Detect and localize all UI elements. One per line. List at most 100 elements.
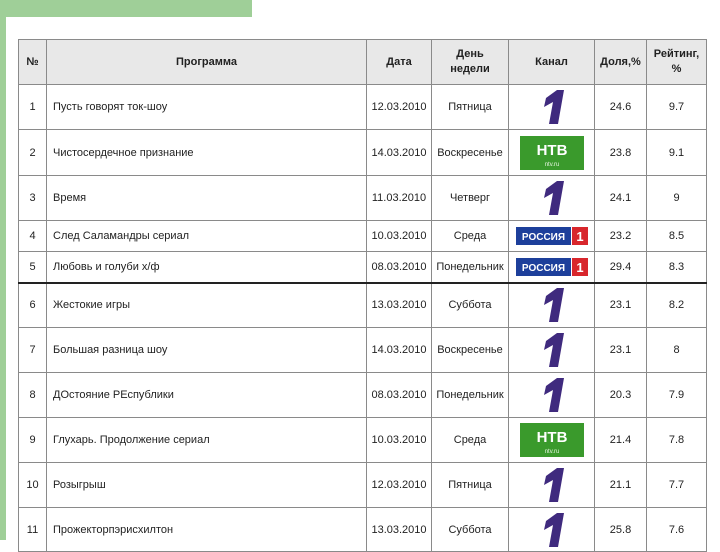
cell-program: Чистосердечное признание	[46, 129, 367, 176]
cell-day: Среда	[431, 220, 509, 252]
cell-rating: 9.1	[646, 129, 707, 176]
cell-program: Время	[46, 175, 367, 221]
header-share: Доля,%	[594, 39, 647, 85]
cell-share: 23.1	[594, 281, 647, 328]
slide-sheet: № Программа Дата День недели Канал Доля,%…	[6, 17, 720, 552]
svg-text:1: 1	[576, 229, 583, 244]
cell-date: 14.03.2010	[366, 129, 432, 176]
table-row: 1 Пусть говорят ток-шоу 12.03.2010 Пятница 2…	[18, 84, 707, 130]
cell-number: 9	[18, 417, 47, 463]
cell-share: 29.4	[594, 251, 647, 283]
cell-date: 08.03.2010	[366, 372, 432, 418]
header-date: Дата	[366, 39, 432, 85]
cell-program: Глухарь. Продолжение сериал	[46, 417, 367, 463]
channel-one-logo	[537, 467, 567, 503]
header-rating: Рейтинг,%	[646, 39, 707, 85]
svg-text:ntv.ru: ntv.ru	[544, 449, 559, 455]
cell-share: 25.8	[594, 507, 647, 552]
table-row: 10 Розыгрыш 12.03.2010 Пятница 21.1 7.7	[18, 462, 707, 508]
table-row: 11 Прожекторпэрисхилтон 13.03.2010 Суббота 2…	[18, 507, 707, 552]
header-day-line1: День	[456, 48, 484, 60]
header-number: №	[18, 39, 47, 85]
cell-program: Прожекторпэрисхилтон	[46, 507, 367, 552]
cell-day: Воскресенье	[431, 327, 509, 373]
svg-text:ntv.ru: ntv.ru	[544, 162, 559, 168]
cell-date: 11.03.2010	[366, 175, 432, 221]
cell-day: Воскресенье	[431, 129, 509, 176]
table-header-row: № Программа Дата День недели Канал Доля,%…	[18, 39, 707, 85]
cell-day: Суббота	[431, 281, 509, 328]
cell-day: Суббота	[431, 507, 509, 552]
header-channel: Канал	[508, 39, 595, 85]
cell-channel: НТВ ntv.ru	[508, 129, 595, 176]
cell-program: Большая разница шоу	[46, 327, 367, 373]
cell-number: 6	[18, 281, 47, 328]
cell-channel	[508, 507, 595, 552]
cell-program: Розыгрыш	[46, 462, 367, 508]
cell-date: 12.03.2010	[366, 462, 432, 508]
table-row: 6 Жестокие игры 13.03.2010 Суббота 23.1 8.2	[18, 281, 707, 328]
svg-text:НТВ: НТВ	[536, 142, 567, 159]
cell-share: 23.8	[594, 129, 647, 176]
header-rating-line1: Рейтинг,	[653, 48, 700, 60]
cell-number: 3	[18, 175, 47, 221]
cell-date: 14.03.2010	[366, 327, 432, 373]
cell-program: Любовь и голуби х/ф	[46, 251, 367, 283]
table-row: 9 Глухарь. Продолжение сериал 10.03.2010 Ср…	[18, 417, 707, 463]
cell-day: Пятница	[431, 84, 509, 130]
cell-program: ДОстояние РЕспублики	[46, 372, 367, 418]
cell-number: 11	[18, 507, 47, 552]
cell-rating: 9.7	[646, 84, 707, 130]
cell-rating: 8	[646, 327, 707, 373]
header-day-line2: недели	[450, 63, 490, 75]
cell-number: 1	[18, 84, 47, 130]
table-row: 3 Время 11.03.2010 Четверг 24.1 9	[18, 175, 707, 221]
table-row: 4 След Саламандры сериал 10.03.2010 Среда РО…	[18, 220, 707, 252]
cell-program: След Саламандры сериал	[46, 220, 367, 252]
cell-day: Среда	[431, 417, 509, 463]
cell-share: 20.3	[594, 372, 647, 418]
svg-text:1: 1	[576, 260, 583, 275]
cell-number: 4	[18, 220, 47, 252]
cell-rating: 8.3	[646, 251, 707, 283]
cell-share: 24.6	[594, 84, 647, 130]
ntv-logo: НТВ ntv.ru	[519, 423, 584, 457]
header-program: Программа	[46, 39, 367, 85]
cell-rating: 7.6	[646, 507, 707, 552]
table-row: 8 ДОстояние РЕспублики 08.03.2010 Понедельн…	[18, 372, 707, 418]
channel-one-logo	[537, 377, 567, 413]
table-row: 7 Большая разница шоу 14.03.2010 Воскресень…	[18, 327, 707, 373]
cell-share: 21.1	[594, 462, 647, 508]
rossiya-1-logo: РОССИЯ 1	[515, 227, 588, 245]
cell-number: 7	[18, 327, 47, 373]
svg-text:РОССИЯ: РОССИЯ	[521, 263, 564, 274]
cell-channel	[508, 462, 595, 508]
header-rating-line2: %	[671, 63, 682, 75]
cell-number: 10	[18, 462, 47, 508]
cell-number: 2	[18, 129, 47, 176]
cell-rating: 8.5	[646, 220, 707, 252]
cell-number: 8	[18, 372, 47, 418]
cell-channel	[508, 372, 595, 418]
header-day-of-week: День недели	[431, 39, 509, 85]
cell-date: 10.03.2010	[366, 220, 432, 252]
cell-day: Понедельник	[431, 251, 509, 283]
cell-date: 10.03.2010	[366, 417, 432, 463]
cell-date: 08.03.2010	[366, 251, 432, 283]
cell-date: 13.03.2010	[366, 281, 432, 328]
cell-rating: 7.9	[646, 372, 707, 418]
cell-share: 23.1	[594, 327, 647, 373]
table-row: 5 Любовь и голуби х/ф 08.03.2010 Понедельни…	[18, 251, 707, 283]
cell-program: Пусть говорят ток-шоу	[46, 84, 367, 130]
cell-rating: 8.2	[646, 281, 707, 328]
cell-day: Понедельник	[431, 372, 509, 418]
cell-share: 21.4	[594, 417, 647, 463]
cell-rating: 7.8	[646, 417, 707, 463]
svg-text:НТВ: НТВ	[536, 429, 567, 446]
ntv-logo: НТВ ntv.ru	[519, 135, 584, 170]
channel-one-logo	[537, 89, 567, 125]
cell-rating: 7.7	[646, 462, 707, 508]
cell-number: 5	[18, 251, 47, 283]
cell-channel: РОССИЯ 1	[508, 220, 595, 252]
cell-channel: НТВ ntv.ru	[508, 417, 595, 463]
